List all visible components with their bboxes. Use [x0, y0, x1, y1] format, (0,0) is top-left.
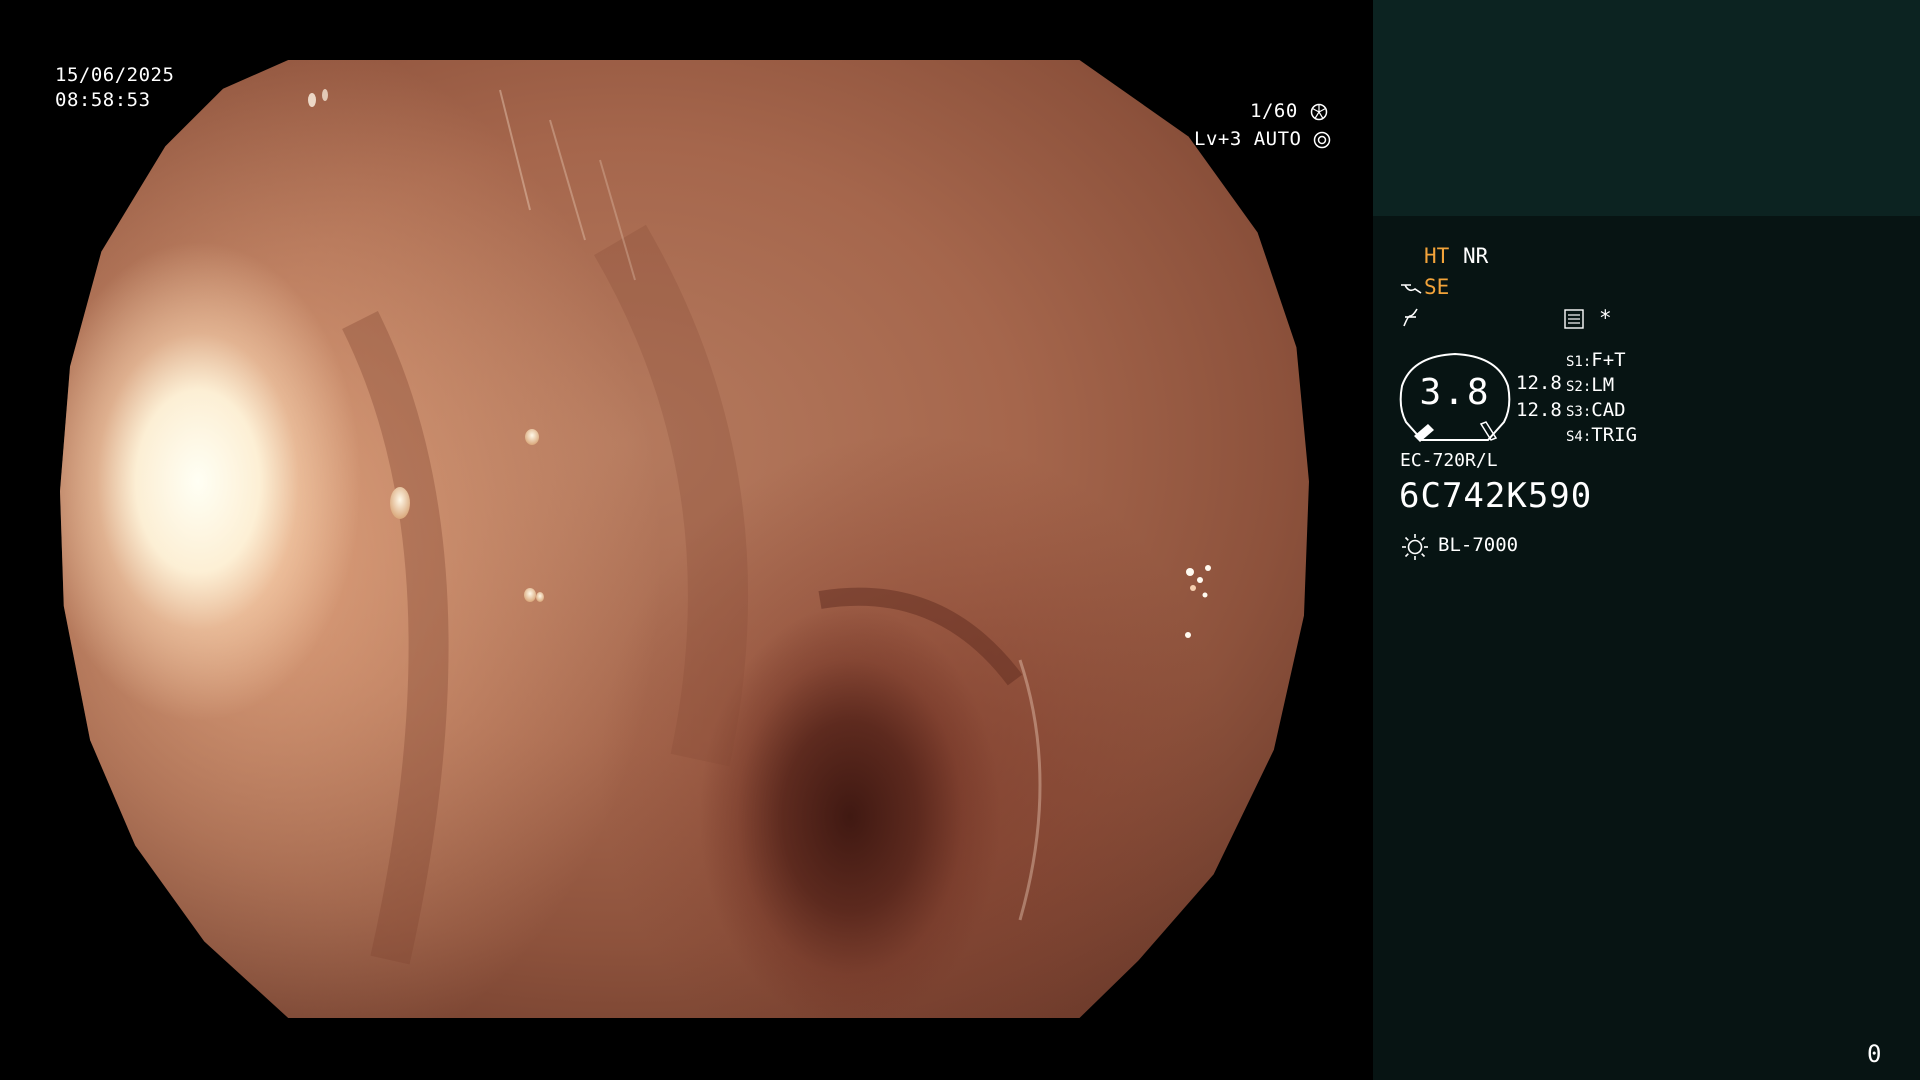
- switch-key: S3: [1566, 404, 1583, 420]
- structure-enhance-mode: SE: [1424, 275, 1450, 299]
- zoom-value: 3.8: [1419, 372, 1491, 413]
- thumbnail-area: [1373, 0, 1920, 216]
- scope-model: EC-720R/L: [1400, 450, 1498, 471]
- iris-icon: [1314, 131, 1331, 148]
- switch-value: CAD: [1591, 399, 1626, 421]
- zoom-scale-lower: 12.8: [1516, 399, 1562, 421]
- light-source-icon: [1402, 534, 1428, 560]
- iris-row: Lv+3 AUTO: [1194, 127, 1331, 152]
- switch-value: TRIG: [1591, 424, 1638, 446]
- scope-serial-number: 6C742K590: [1399, 476, 1593, 516]
- shutter-icon: [1310, 103, 1327, 120]
- video-area: 15/06/2025 08:58:53 1/60 Lv+3 AUTO: [0, 0, 1373, 1080]
- switch-row: S4:TRIG: [1566, 424, 1638, 446]
- scope-angle-icon: [1401, 284, 1422, 294]
- switch-row: S1:F+T: [1566, 349, 1626, 371]
- switch-key: S1: [1566, 354, 1583, 370]
- endoscope-image: [60, 60, 1309, 1018]
- switch-value: F+T: [1591, 349, 1626, 371]
- switch-key: S2: [1566, 379, 1583, 395]
- zoom-scale-upper: 12.8: [1516, 372, 1562, 394]
- noise-reduction-mode: NR: [1463, 244, 1489, 268]
- asterisk-marker: *: [1599, 306, 1612, 330]
- shutter-speed: 1/60: [1250, 100, 1298, 122]
- switch-row: S3:CAD: [1566, 399, 1626, 421]
- iris-mode: Lv+3 AUTO: [1194, 128, 1302, 150]
- image-counter: 0: [1867, 1040, 1882, 1068]
- shutter-row: 1/60: [1250, 99, 1328, 124]
- switch-key: S4: [1566, 429, 1583, 445]
- menu-icon: [1564, 309, 1584, 329]
- switch-row: S2:LM: [1566, 374, 1615, 396]
- time-readout: 08:58:53: [55, 89, 151, 111]
- endoscopy-screen: 15/06/2025 08:58:53 1/60 Lv+3 AUTO HT NR…: [0, 0, 1920, 1080]
- date-readout: 15/06/2025: [55, 64, 175, 86]
- mucosa-texture: [308, 89, 1211, 965]
- freeze-icon: [1403, 308, 1418, 327]
- enhancement-mode: HT: [1424, 244, 1450, 268]
- switch-value: LM: [1591, 374, 1615, 396]
- light-source-model: BL-7000: [1438, 534, 1519, 556]
